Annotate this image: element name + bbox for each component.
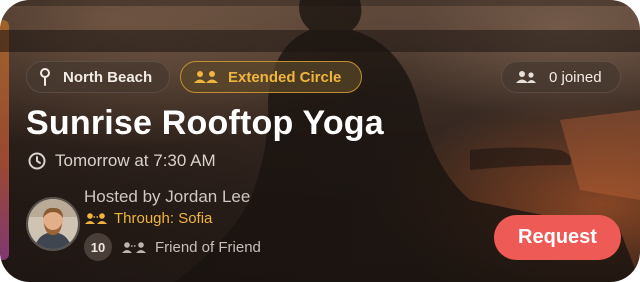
location-chip[interactable]: North Beach <box>26 61 170 93</box>
event-time-label: Tomorrow at 7:30 AM <box>55 151 216 170</box>
host-avatar[interactable] <box>26 197 80 251</box>
circle-label: Extended Circle <box>228 68 342 86</box>
mutual-count-badge: 10 <box>84 233 112 261</box>
request-button[interactable]: Request <box>494 215 621 260</box>
event-title: Sunrise Rooftop Yoga <box>26 104 384 142</box>
event-time: Tomorrow at 7:30 AM <box>28 151 216 171</box>
hosted-by: Hosted by Jordan Lee <box>84 187 251 206</box>
people-icon <box>194 70 218 84</box>
joined-count: 0 joined <box>549 68 602 86</box>
location-label: North Beach <box>63 68 153 86</box>
people-icon <box>121 241 147 254</box>
clock-icon <box>28 152 46 170</box>
people-icon <box>515 70 537 84</box>
event-card[interactable]: North Beach Extended Circle 0 joined Sun… <box>0 0 640 282</box>
people-icon <box>84 212 108 225</box>
through-connection: Through: Sofia <box>84 210 212 227</box>
mutual-row: 10 Friend of Friend <box>84 233 261 261</box>
pin-icon <box>39 68 51 86</box>
joined-chip[interactable]: 0 joined <box>501 61 621 93</box>
through-label: Through: Sofia <box>114 210 213 227</box>
relation-label: Friend of Friend <box>155 238 261 256</box>
circle-chip[interactable]: Extended Circle <box>180 61 362 93</box>
